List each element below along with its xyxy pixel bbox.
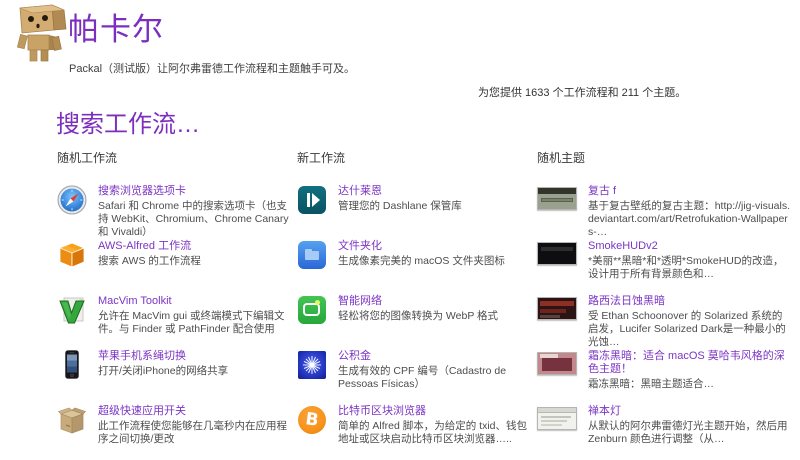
site-title: 帕卡尔	[68, 4, 164, 49]
blue-folder-icon[interactable]	[297, 240, 329, 269]
theme-thumbnail-smokehud[interactable]	[537, 242, 577, 265]
content-columns: 随机工作流	[57, 149, 790, 460]
aws-cube-icon[interactable]	[57, 240, 89, 275]
theme-title-link[interactable]: SmokeHUDv2	[588, 240, 790, 253]
workflow-description: 简单的 Alfred 脚本，为给定的 txid、钱包地址或区块启动比特币区块浏览…	[338, 420, 537, 446]
cpf-starburst-icon[interactable]	[297, 350, 329, 379]
site-subtitle: Packal（测试版）让阿尔弗雷德工作流程和主题触手可及。	[69, 60, 355, 76]
workflow-item: 搜索浏览器选项卡 Safari 和 Chrome 中的搜索选项卡（也支持 Web…	[57, 185, 297, 240]
bitcoin-icon[interactable]: B	[297, 405, 329, 434]
workflow-title-link[interactable]: 搜索浏览器选项卡	[98, 185, 297, 198]
workflow-title-link[interactable]: 达什莱恩	[338, 185, 537, 198]
workflow-title-link[interactable]: 苹果手机系绳切换	[98, 350, 297, 363]
workflow-title-link[interactable]: 超级快速应用开关	[98, 405, 297, 418]
theme-description: 霜冻黑暗：黑暗主题适合…	[588, 378, 790, 391]
dashlane-icon[interactable]	[297, 185, 329, 214]
workflow-description: 轻松将您的图像转换为 WebP 格式	[338, 310, 537, 323]
theme-title-link[interactable]: 霜冻黑暗：适合 macOS 莫哈韦风格的深色主题！	[588, 350, 790, 376]
workflow-description: 生成有效的 CPF 编号（Cadastro de Pessoas Físicas…	[338, 365, 537, 391]
theme-item: 复古 f 基于复古壁纸的复古主题：http://jig-visuals.devi…	[537, 185, 790, 240]
column-header: 随机主题	[537, 149, 790, 166]
theme-item: 路西法日蚀黑暗 受 Ethan Schoonover 的 Solarized 系…	[537, 295, 790, 350]
workflow-description: 生成像素完美的 macOS 文件夹图标	[338, 255, 537, 268]
workflow-title-link[interactable]: 智能网络	[338, 295, 537, 308]
workflow-description: 允许在 MacVim gui 或终端模式下编辑文件。与 Finder 或 Pat…	[98, 310, 297, 336]
workflow-title-link[interactable]: MacVim Toolkit	[98, 295, 297, 308]
workflow-item: 达什莱恩 管理您的 Dashlane 保管库	[297, 185, 537, 240]
theme-thumbnail-frost[interactable]	[537, 352, 577, 375]
theme-description: *美丽**黑暗*和*透明*SmokeHUD的改造，设计用于所有背景颜色和…	[588, 255, 790, 281]
theme-title-link[interactable]: 路西法日蚀黑暗	[588, 295, 790, 308]
workflow-item: 文件夹化 生成像素完美的 macOS 文件夹图标	[297, 240, 537, 295]
workflow-description: Safari 和 Chrome 中的搜索选项卡（也支持 WebKit、Chrom…	[98, 200, 297, 239]
workflow-item: AWS-Alfred 工作流 搜索 AWS 的工作流程	[57, 240, 297, 295]
workflow-item: MacVim Toolkit 允许在 MacVim gui 或终端模式下编辑文件…	[57, 295, 297, 350]
column-random-workflows: 随机工作流	[57, 149, 297, 460]
workflow-description: 搜索 AWS 的工作流程	[98, 255, 297, 268]
workflow-description: 打开/关闭iPhone的网络共享	[98, 365, 297, 378]
theme-thumbnail-retro[interactable]	[537, 187, 577, 210]
workflow-title-link[interactable]: 比特币区块浏览器	[338, 405, 537, 418]
theme-title-link[interactable]: 复古 f	[588, 185, 790, 198]
macvim-icon[interactable]	[57, 295, 89, 330]
workflow-item: 苹果手机系绳切换 打开/关闭iPhone的网络共享	[57, 350, 297, 405]
theme-thumbnail-lucifer[interactable]	[537, 297, 577, 320]
search-workflows-heading[interactable]: 搜索工作流…	[56, 104, 200, 139]
workflow-title-link[interactable]: 文件夹化	[338, 240, 537, 253]
workflow-title-link[interactable]: AWS-Alfred 工作流	[98, 240, 297, 253]
theme-description: 从默认的阿尔弗雷德灯光主题开始，然后用 Zenburn 颜色进行调整（从…	[588, 420, 790, 446]
cardboard-box-icon[interactable]	[57, 405, 89, 440]
column-random-themes: 随机主题 复古 f 基于复古壁纸的复古主题：http://jig-visuals…	[537, 149, 790, 460]
stats-text: 为您提供 1633 个工作流程和 211 个主题。	[478, 84, 686, 100]
iphone-icon[interactable]	[57, 350, 89, 385]
column-header: 新工作流	[297, 149, 537, 166]
workflow-item: 智能网络 轻松将您的图像转换为 WebP 格式	[297, 295, 537, 350]
theme-description: 基于复古壁纸的复古主题：http://jig-visuals.deviantar…	[588, 200, 790, 239]
column-new-workflows: 新工作流 达什莱恩 管理您的 Dashlane 保管库 文件夹化 生成像素完美的…	[297, 149, 537, 460]
workflow-description: 此工作流程使您能够在几毫秒内在应用程序之间切换/更改	[98, 420, 297, 446]
theme-item: SmokeHUDv2 *美丽**黑暗*和*透明*SmokeHUD的改造，设计用于…	[537, 240, 790, 295]
column-header: 随机工作流	[57, 149, 297, 166]
theme-description: 受 Ethan Schoonover 的 Solarized 系统的启发，Luc…	[588, 310, 790, 349]
safari-compass-icon[interactable]	[57, 185, 89, 220]
webp-image-icon[interactable]	[297, 295, 329, 324]
workflow-item: 公积金 生成有效的 CPF 编号（Cadastro de Pessoas Fís…	[297, 350, 537, 405]
theme-thumbnail-zenburn[interactable]	[537, 407, 577, 430]
workflow-description: 管理您的 Dashlane 保管库	[338, 200, 537, 213]
theme-title-link[interactable]: 禅本灯	[588, 405, 790, 418]
theme-item: 霜冻黑暗：适合 macOS 莫哈韦风格的深色主题！ 霜冻黑暗：黑暗主题适合…	[537, 350, 790, 405]
workflow-title-link[interactable]: 公积金	[338, 350, 537, 363]
